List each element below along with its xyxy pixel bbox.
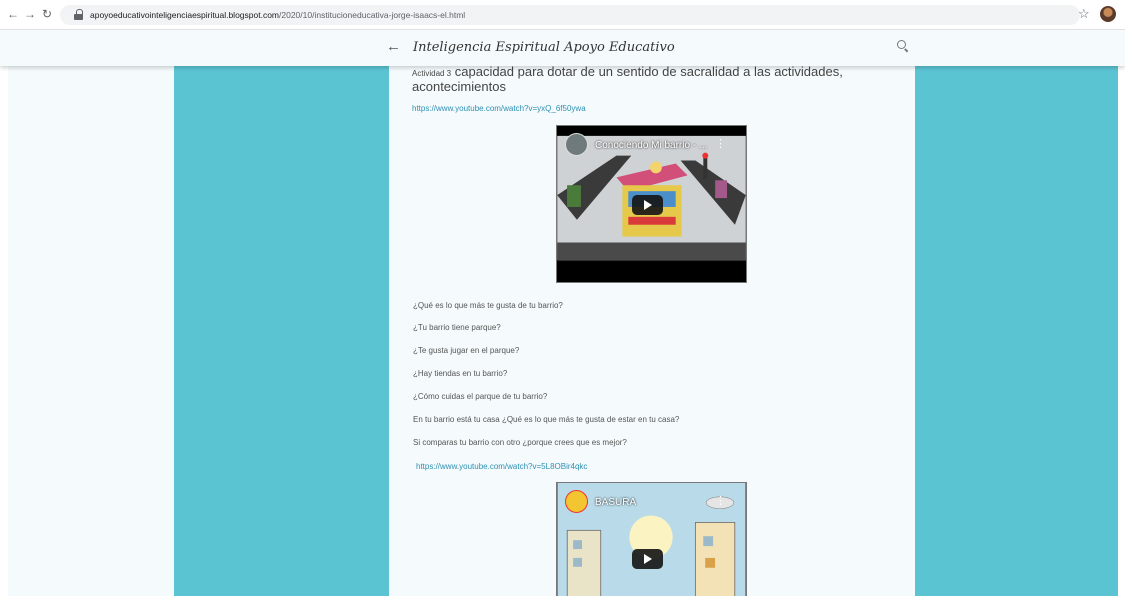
- video-link-2[interactable]: https://www.youtube.com/watch?v=5L8OBir4…: [416, 462, 587, 472]
- left-margin: [8, 66, 174, 596]
- blog-header: ← Inteligencia Espiritual Apoyo Educativ…: [0, 30, 1125, 66]
- video-embed-2[interactable]: BASURA ⋮: [556, 482, 747, 596]
- more-icon[interactable]: ⋮: [715, 138, 726, 150]
- browser-toolbar: ← → ↻ apoyoeducativointeligenciaespiritu…: [0, 0, 1125, 30]
- question-5: ¿Cómo cuidas el parque de tu barrio?: [413, 392, 548, 401]
- play-icon[interactable]: [632, 195, 663, 215]
- url-domain: apoyoeducativointeligenciaespiritual.blo…: [90, 10, 280, 20]
- video-link-1[interactable]: https://www.youtube.com/watch?v=yxQ_6f50…: [412, 104, 586, 114]
- right-teal-panel: [915, 66, 1118, 596]
- back-icon[interactable]: ←: [386, 39, 401, 55]
- page-body: Actividad 3 capacidad para dotar de un s…: [0, 66, 1125, 596]
- question-2: ¿Tu barrio tiene parque?: [413, 323, 501, 332]
- play-icon[interactable]: [632, 549, 663, 569]
- question-6: En tu barrio está tu casa ¿Qué es lo que…: [413, 415, 680, 424]
- video-title-2[interactable]: BASURA: [595, 497, 636, 509]
- star-icon[interactable]: ☆: [1078, 7, 1090, 21]
- address-bar[interactable]: apoyoeducativointeligenciaespiritual.blo…: [60, 5, 1080, 25]
- back-icon[interactable]: ←: [6, 7, 20, 21]
- video-title-1[interactable]: Conociendo Mi barrio - ...: [595, 140, 707, 152]
- channel-avatar[interactable]: [565, 133, 588, 156]
- lock-icon[interactable]: [74, 9, 83, 20]
- forward-icon[interactable]: →: [23, 7, 37, 21]
- more-icon[interactable]: ⋮: [715, 495, 726, 507]
- question-3: ¿Te gusta jugar en el parque?: [413, 346, 520, 355]
- avatar[interactable]: [1100, 6, 1116, 22]
- reload-icon[interactable]: ↻: [40, 7, 54, 21]
- question-4: ¿Hay tiendas en tu barrio?: [413, 369, 508, 378]
- search-icon[interactable]: [897, 40, 909, 52]
- blog-title[interactable]: Inteligencia Espiritual Apoyo Educativo: [413, 39, 675, 57]
- channel-avatar[interactable]: [565, 490, 588, 513]
- left-teal-panel: [174, 66, 389, 596]
- heading-text: capacidad para dotar de un sentido de sa…: [412, 66, 843, 94]
- heading-prefix: Actividad 3: [412, 69, 452, 78]
- video-embed-1[interactable]: Conociendo Mi barrio - ... ⋮: [556, 125, 747, 283]
- post-heading: Actividad 3 capacidad para dotar de un s…: [412, 66, 902, 93]
- post-content: Actividad 3 capacidad para dotar de un s…: [389, 66, 915, 596]
- question-1: ¿Qué es lo que más te gusta de tu barrio…: [413, 301, 563, 310]
- url-text[interactable]: apoyoeducativointeligenciaespiritual.blo…: [90, 8, 465, 22]
- question-7: Si comparas tu barrio con otro ¿porque c…: [413, 438, 627, 447]
- url-path: /2020/10/institucioneducativa-jorge-isaa…: [279, 10, 466, 20]
